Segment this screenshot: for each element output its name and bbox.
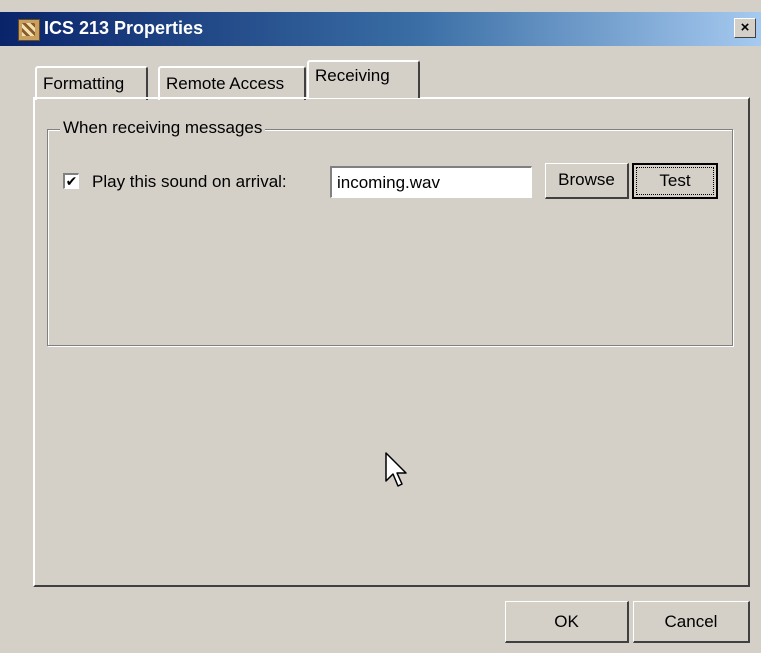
play-sound-label[interactable]: Play this sound on arrival:: [92, 172, 287, 192]
groupbox-label: When receiving messages: [60, 118, 266, 138]
tab-formatting[interactable]: Formatting: [35, 66, 148, 100]
ok-button[interactable]: OK: [505, 601, 629, 643]
tab-formatting-label: Formatting: [43, 74, 125, 93]
app-icon[interactable]: [18, 19, 40, 41]
tab-remote-access[interactable]: Remote Access: [158, 66, 306, 100]
receiving-groupbox: [47, 129, 733, 346]
close-button[interactable]: ×: [734, 18, 756, 38]
test-button[interactable]: Test: [632, 163, 718, 199]
cancel-button[interactable]: Cancel: [633, 601, 750, 643]
window-title: ICS 213 Properties: [44, 18, 204, 38]
tab-remote-access-label: Remote Access: [166, 74, 285, 93]
play-sound-checkbox[interactable]: ✔: [63, 173, 79, 189]
tab-receiving-label: Receiving: [315, 66, 390, 85]
browse-button[interactable]: Browse: [545, 163, 629, 199]
tab-receiving[interactable]: Receiving: [307, 60, 420, 98]
sound-file-input[interactable]: [330, 166, 532, 198]
title-bar[interactable]: ICS 213 Properties ×: [0, 12, 761, 46]
mouse-pointer-icon: [385, 452, 407, 487]
